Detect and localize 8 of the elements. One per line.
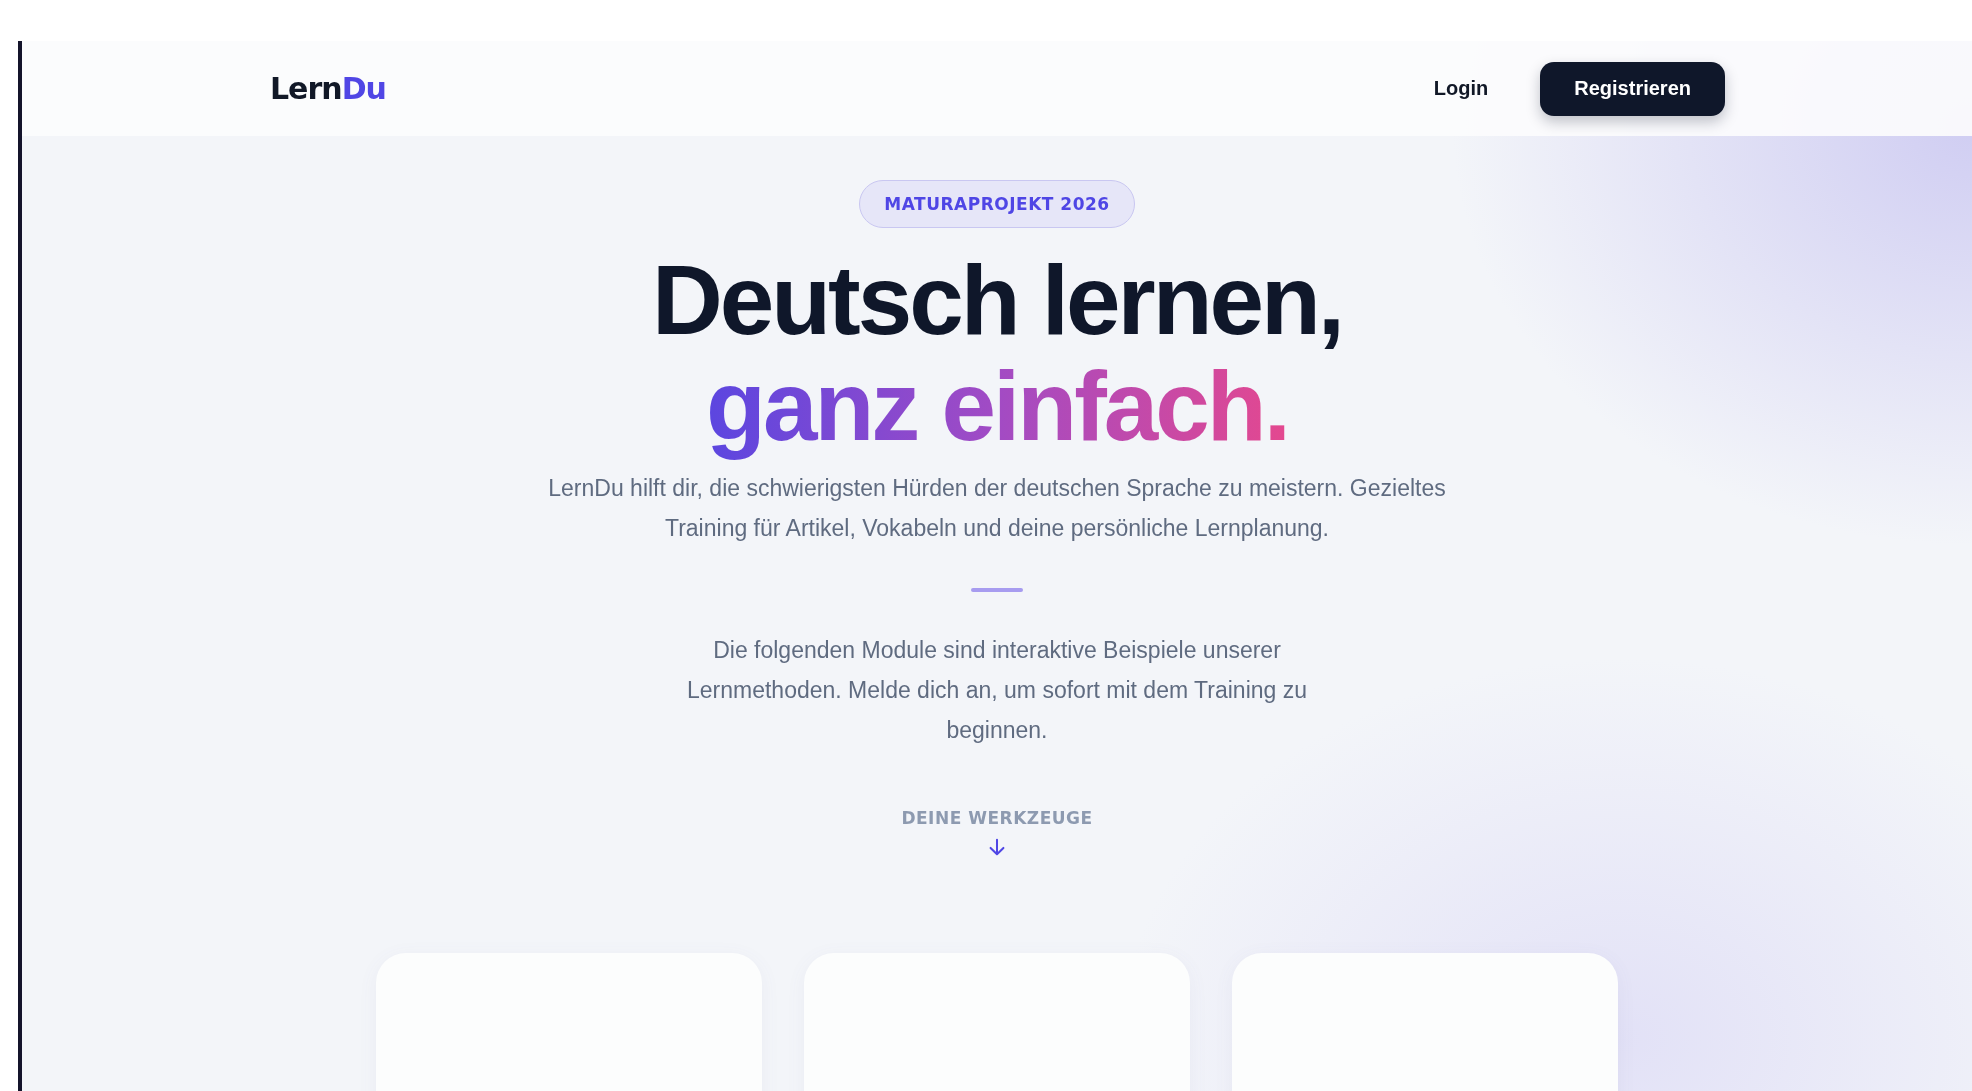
login-link[interactable]: Login	[1433, 77, 1489, 100]
section-hint: DEINE WERKZEUGE	[901, 808, 1093, 828]
register-button[interactable]: Registrieren	[1540, 61, 1725, 116]
headline: Deutsch lernen,	[651, 248, 1343, 352]
logo[interactable]: LernDu	[270, 71, 386, 106]
intro-text: LernDu hilft dir, die schwierigsten Hürden der deutschen Sprache zu meistern. Gezieltes Training für Artikel, Vokabeln und deine persönliche Lernplanung.	[547, 474, 1447, 543]
modules-note: Die folgenden Module sind interaktive Beispiele unserer Lernmethoden. Melde dich an, um sofort mit dem Training zu beginnen.	[685, 636, 1308, 745]
project-badge: MATURAPROJEKT 2026	[859, 180, 1135, 228]
